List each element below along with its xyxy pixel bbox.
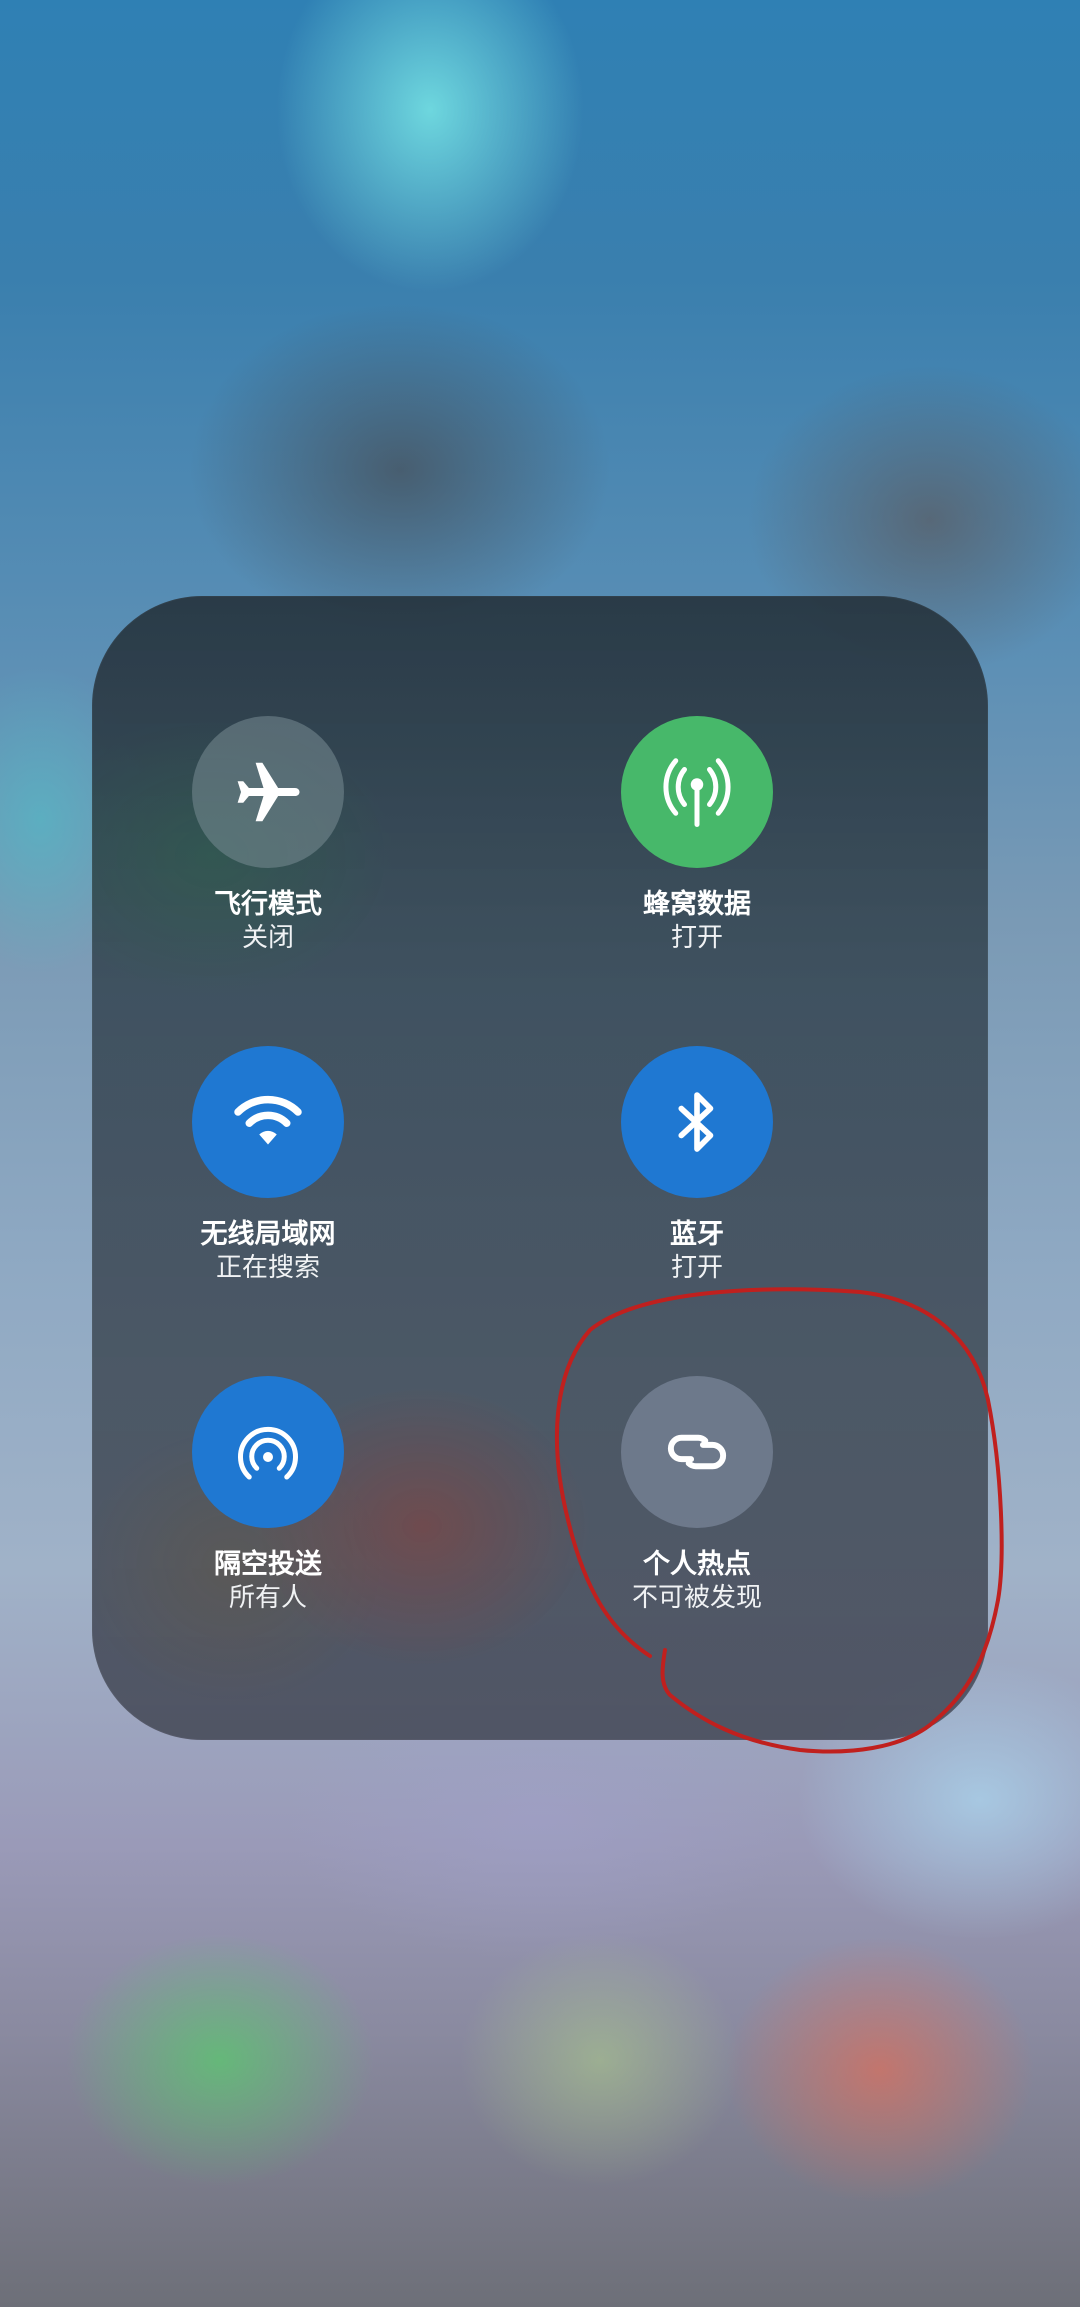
connectivity-panel: 飞行模式 关闭 蜂窝数据 打开 无线局域网 正在搜索 蓝牙 打开 隔空投送 所有… <box>92 596 988 1740</box>
cellular-data-control[interactable]: 蜂窝数据 打开 <box>547 716 847 976</box>
personal-hotspot-status: 不可被发现 <box>631 1583 762 1613</box>
airplane-mode-label: 飞行模式 <box>214 889 322 920</box>
wifi-button[interactable] <box>192 1046 344 1198</box>
cellular-data-status: 打开 <box>670 923 723 953</box>
wifi-status: 正在搜索 <box>215 1253 320 1283</box>
airdrop-control[interactable]: 隔空投送 所有人 <box>118 1376 418 1636</box>
bluetooth-label: 蓝牙 <box>670 1219 724 1250</box>
personal-hotspot-control[interactable]: 个人热点 不可被发现 <box>547 1376 847 1636</box>
cellular-data-button[interactable] <box>621 716 773 868</box>
personal-hotspot-button[interactable] <box>621 1376 773 1528</box>
cellular-data-label: 蜂窝数据 <box>643 889 751 920</box>
bluetooth-control[interactable]: 蓝牙 打开 <box>547 1046 847 1306</box>
airdrop-label: 隔空投送 <box>214 1549 322 1580</box>
airdrop-button[interactable] <box>192 1376 344 1528</box>
bluetooth-button[interactable] <box>621 1046 773 1198</box>
wifi-label: 无线局域网 <box>200 1219 336 1250</box>
airdrop-status: 所有人 <box>228 1583 307 1613</box>
wifi-control[interactable]: 无线局域网 正在搜索 <box>118 1046 418 1306</box>
personal-hotspot-icon <box>667 1434 727 1470</box>
airdrop-icon <box>238 1426 298 1480</box>
airplane-mode-status: 关闭 <box>241 923 294 953</box>
bluetooth-status: 打开 <box>670 1253 723 1283</box>
airplane-icon <box>237 762 300 822</box>
wifi-icon <box>234 1095 302 1145</box>
airplane-mode-control[interactable]: 飞行模式 关闭 <box>118 716 418 976</box>
airplane-mode-button[interactable] <box>192 716 344 868</box>
bluetooth-icon <box>678 1092 714 1152</box>
personal-hotspot-label: 个人热点 <box>643 1549 751 1580</box>
cellular-antenna-icon <box>663 758 731 827</box>
